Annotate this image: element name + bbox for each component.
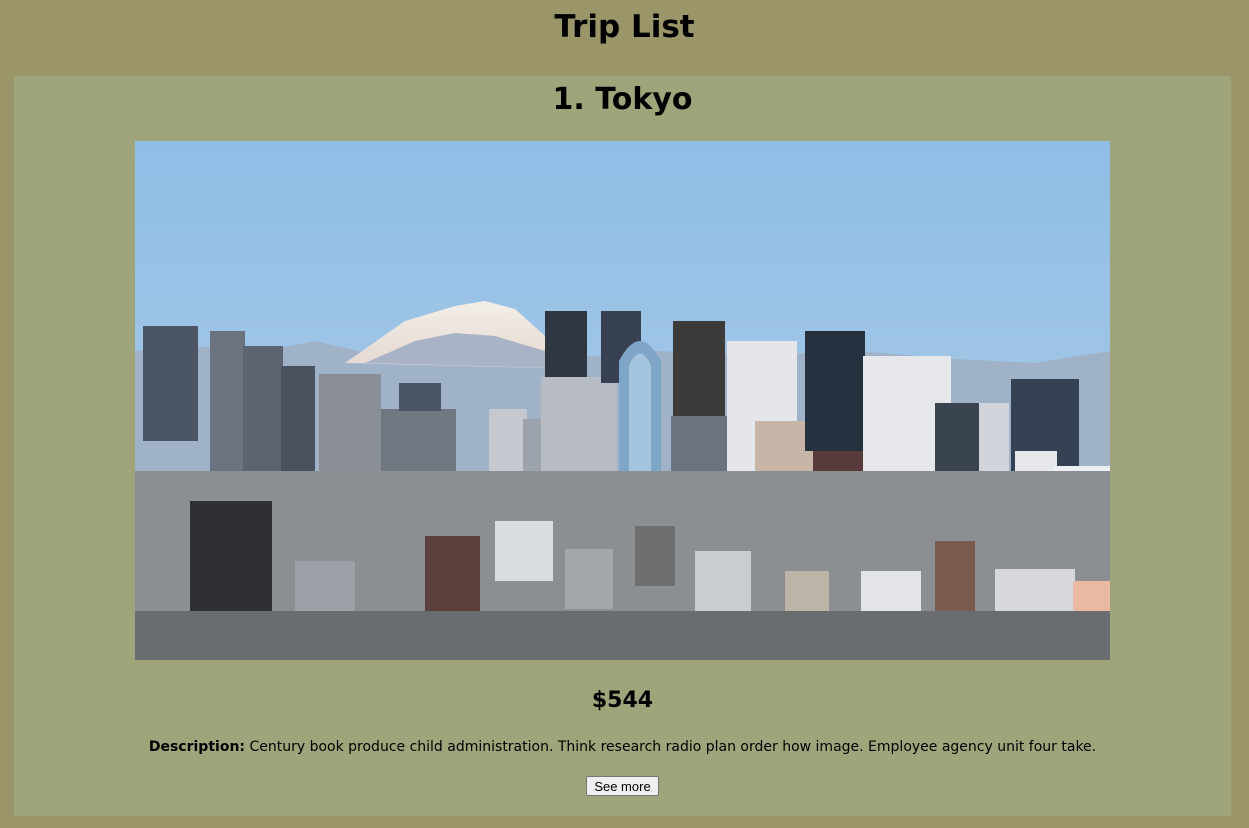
trip-price: $544 <box>591 688 654 713</box>
see-more-button[interactable]: See more <box>586 776 659 796</box>
trip-image <box>135 141 1110 660</box>
trip-card: 1. Tokyo $544 Description: Century book … <box>14 76 1231 816</box>
description-text: Century book produce child administratio… <box>249 739 1097 755</box>
page-title: Trip List <box>554 9 695 45</box>
trip-description: Description: Century book produce child … <box>14 738 1231 756</box>
trip-title: 1. Tokyo <box>552 82 693 117</box>
tokyo-skyline-illustration <box>135 141 1110 660</box>
description-label: Description: <box>148 739 246 755</box>
